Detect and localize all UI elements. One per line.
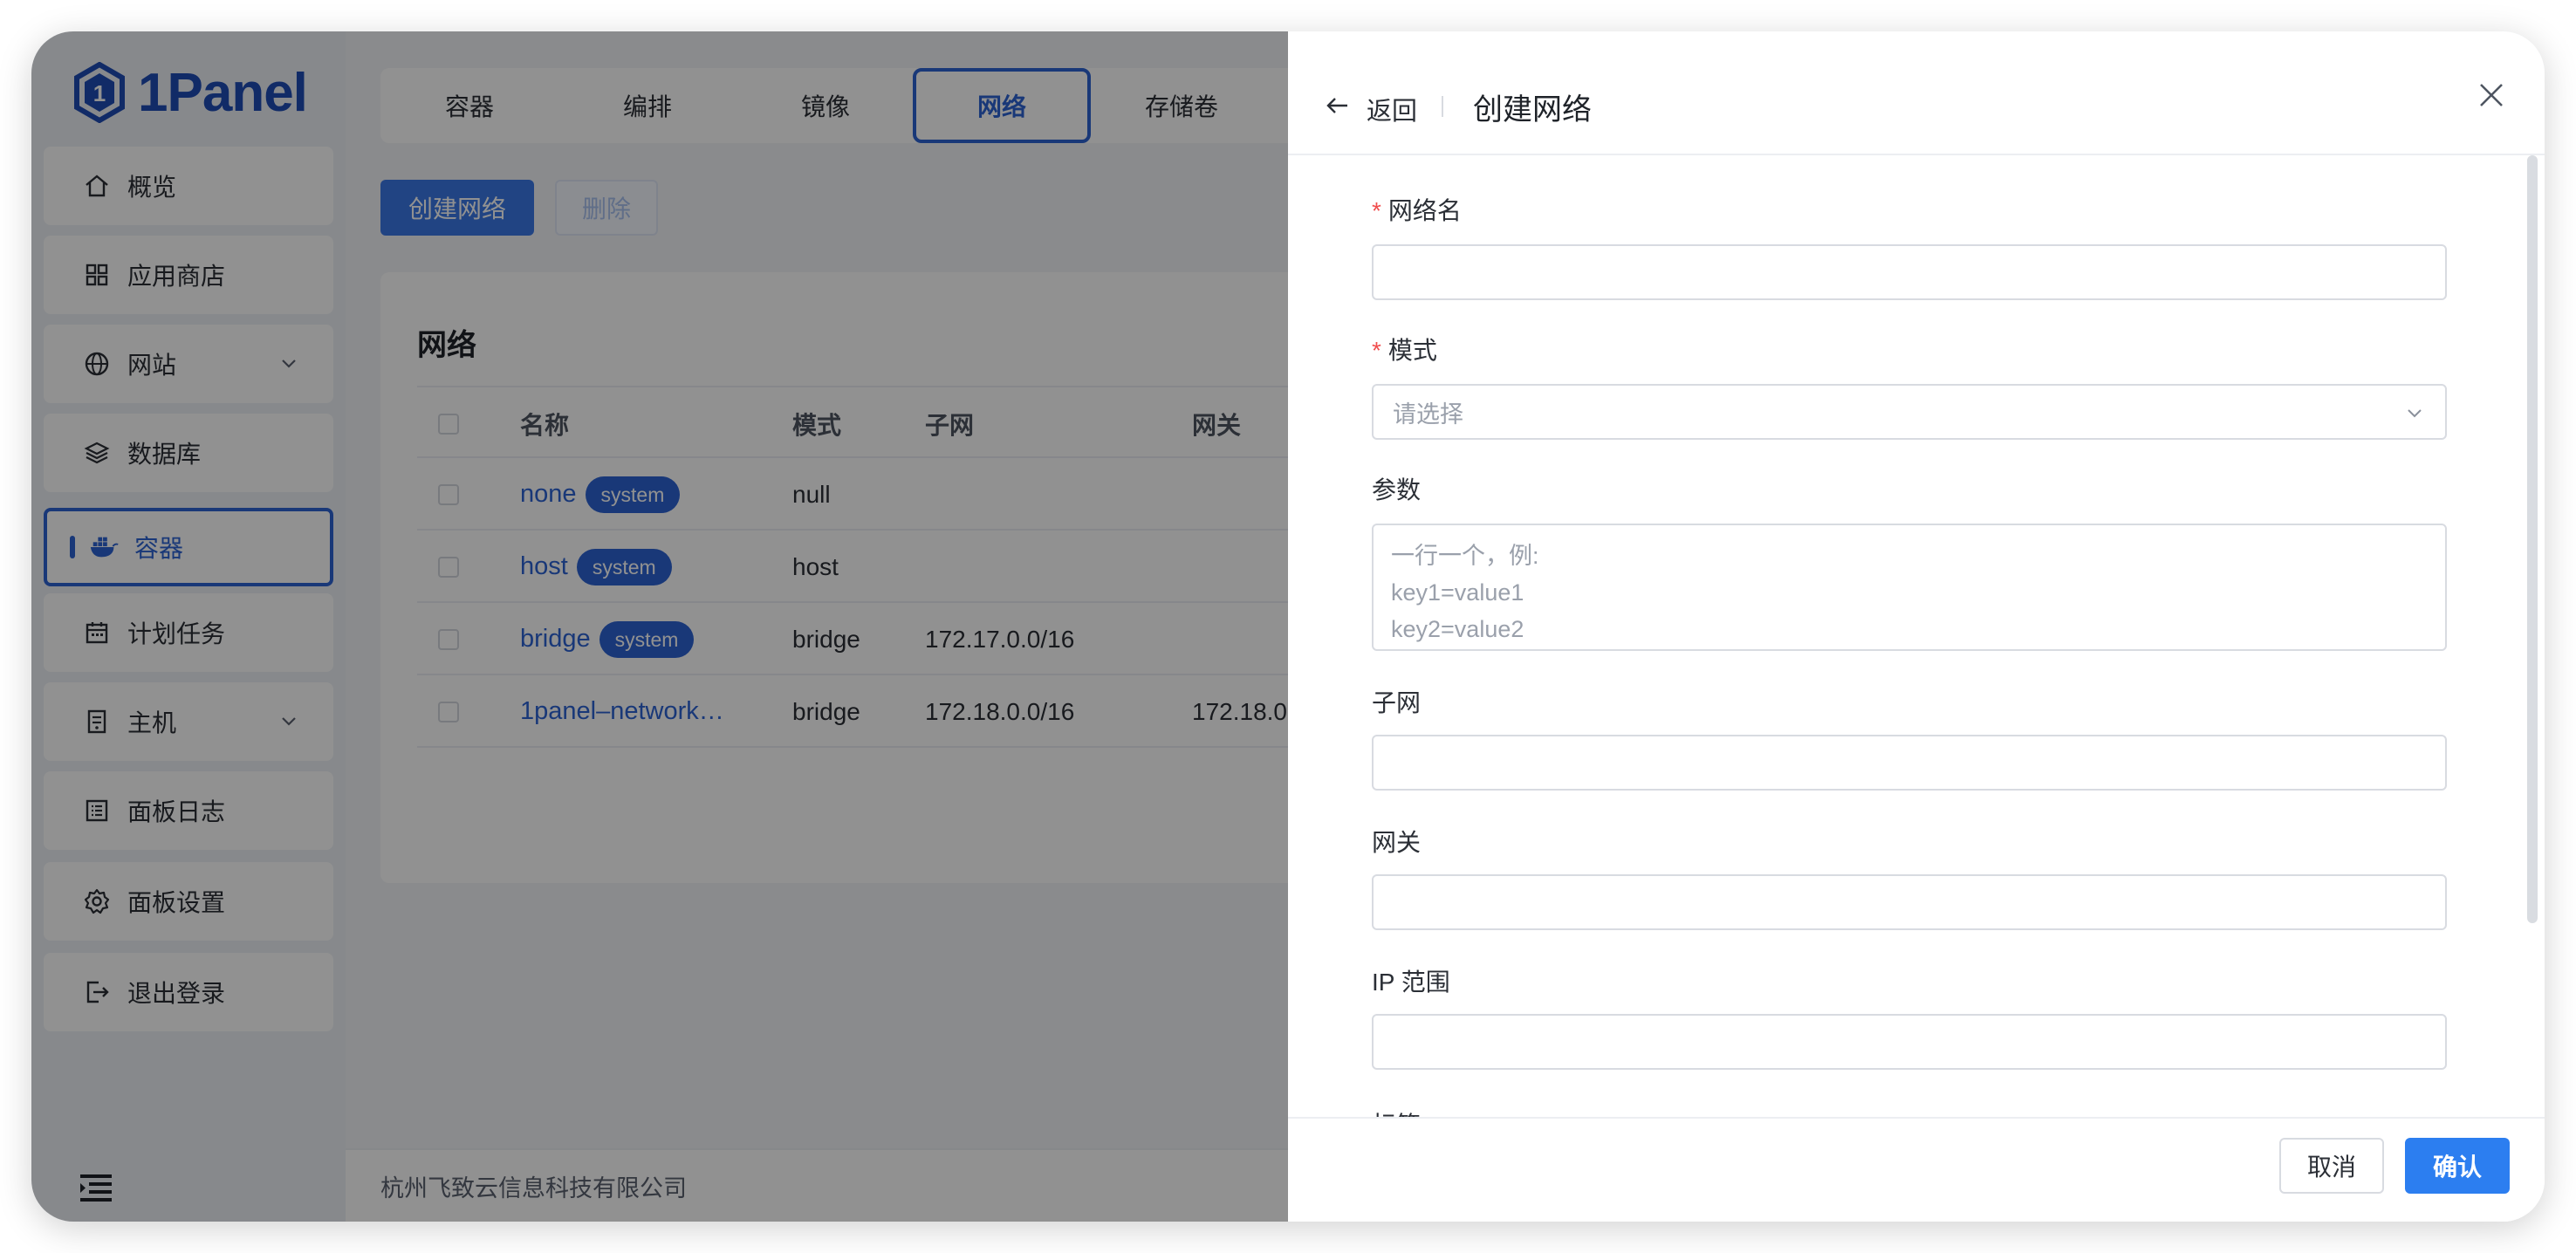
params-textarea[interactable]: 一行一个，例: key1=value1 key2=value2 (1372, 524, 2447, 651)
network-name-input[interactable] (1372, 244, 2447, 300)
confirm-button[interactable]: 确认 (2405, 1138, 2510, 1194)
back-button[interactable]: 返回 (1367, 91, 1417, 127)
subnet-input[interactable] (1372, 735, 2447, 791)
create-network-drawer: 返回 创建网络 * 网络名 * 模式 请选择 参数 一行一个，例: key1=val… (1288, 31, 2545, 1222)
cancel-button[interactable]: 取消 (2279, 1138, 2384, 1194)
close-icon[interactable] (2477, 80, 2506, 110)
chevron-down-icon (2408, 409, 2422, 418)
modal-overlay[interactable] (31, 31, 1288, 1222)
mode-placeholder: 请选择 (1393, 401, 1463, 428)
mode-label: * 模式 (1372, 337, 1437, 364)
drawer-header: 返回 创建网络 (1288, 31, 2545, 155)
drawer-footer: 取消 确认 (1288, 1117, 2545, 1222)
required-mark: * (1372, 337, 1381, 364)
gateway-label: 网关 (1372, 829, 1422, 856)
drawer-title: 创建网络 (1473, 93, 1592, 127)
ip-range-label: IP 范围 (1372, 969, 1450, 996)
network-name-label: * 网络名 (1372, 197, 1462, 224)
required-mark: * (1372, 197, 1381, 224)
mode-select[interactable]: 请选择 (1372, 384, 2447, 440)
back-arrow-icon[interactable] (1325, 92, 1351, 119)
subnet-label: 子网 (1372, 689, 1422, 716)
gateway-input[interactable] (1372, 874, 2447, 930)
params-label: 参数 (1372, 476, 1422, 503)
scrollbar[interactable] (2527, 155, 2538, 923)
app-window: 1 1Panel 概览 应用商店 网站 数据库 容器 计划任务 主机 面板日志 … (31, 31, 2545, 1222)
divider (1442, 96, 1443, 117)
ip-range-input[interactable] (1372, 1014, 2447, 1070)
